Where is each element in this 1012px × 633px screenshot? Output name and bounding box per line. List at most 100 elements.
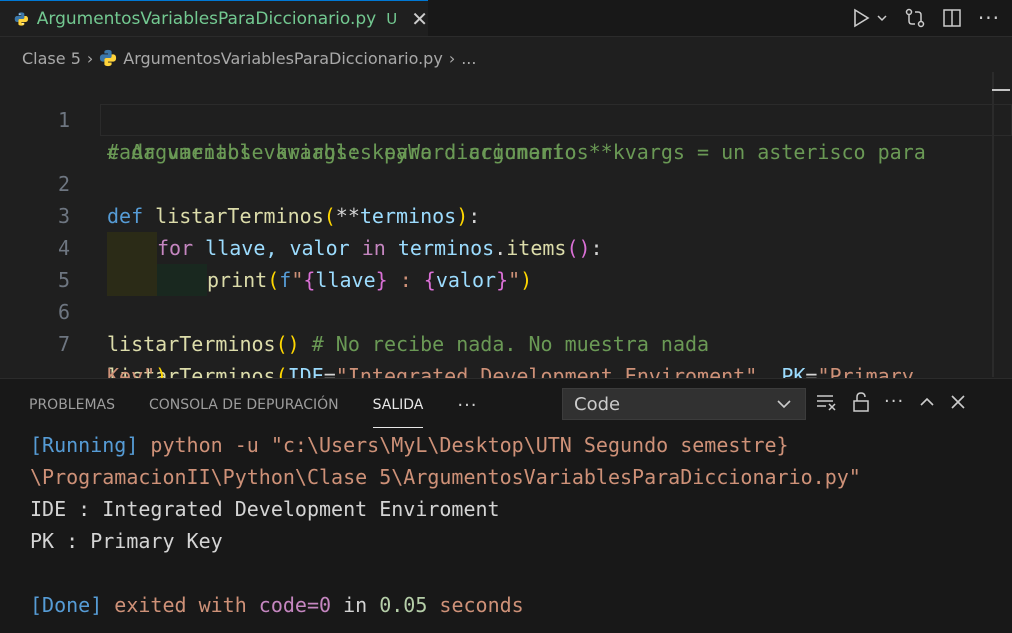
- quote: ": [508, 268, 521, 292]
- breadcrumb-file[interactable]: ArgumentosVariablesParaDiccionario.py: [123, 49, 443, 68]
- paren-close: ): [456, 204, 469, 228]
- run-command-continued: \ProgramacionII\Python\Clase 5\Argumento…: [30, 465, 861, 489]
- code-line-5: 5: [0, 232, 70, 292]
- code-line-1-wrap: cada variable kwargs: keyWord argumentos: [0, 104, 589, 164]
- parameter: terminos: [359, 204, 457, 228]
- function-definition: def listarTerminos(**terminos):: [107, 200, 480, 232]
- close-icon: [951, 394, 965, 409]
- done-text: exited with: [102, 593, 259, 617]
- clear-output-button[interactable]: [816, 392, 838, 412]
- parens: (): [275, 332, 300, 356]
- colon: :: [590, 236, 603, 260]
- run-options-dropdown[interactable]: [876, 12, 888, 24]
- dot: .: [494, 236, 507, 260]
- python-file-icon: [100, 49, 117, 67]
- tab-debug-console[interactable]: CONSOLA DE DEPURACIÓN: [149, 397, 339, 413]
- split-editor-icon: [943, 9, 961, 27]
- git-compare-icon: [905, 8, 925, 28]
- editor-tab[interactable]: ArgumentosVariablesParaDiccionario.py U …: [0, 0, 428, 36]
- breadcrumb: Clase 5 › ArgumentosVariablesParaDiccion…: [22, 46, 476, 70]
- function-call: listarTerminos() # No recibe nada. No mu…: [107, 328, 709, 360]
- lock-scroll-button[interactable]: [852, 391, 870, 412]
- method-items: items: [506, 236, 567, 260]
- fstring-var: llave: [315, 268, 376, 292]
- paren-open: (: [323, 204, 336, 228]
- untracked-status-badge: U: [386, 9, 398, 28]
- tab-output[interactable]: SALIDA: [372, 397, 423, 428]
- code-line-1: 1 # Argumentos variables para diccionari…: [0, 72, 926, 164]
- tab-bar: ArgumentosVariablesParaDiccionario.py U …: [0, 0, 1012, 37]
- comment-continued: cada variable kwargs: keyWord argumentos: [107, 140, 589, 164]
- done-text: in: [331, 593, 380, 617]
- output-channel-value: Code: [574, 393, 621, 415]
- exit-code: code=0: [258, 593, 332, 617]
- quote: ": [291, 268, 304, 292]
- panel-actions: ···: [816, 391, 966, 412]
- breadcrumb-folder[interactable]: Clase 5: [22, 49, 81, 68]
- panel-more-actions-button[interactable]: ···: [884, 391, 904, 412]
- code-line-7: 7 listarTerminos(IDE="Integrated Develop…: [0, 296, 914, 388]
- for-statement: for llave, valor in terminos.items():: [107, 232, 603, 264]
- output-line-result-2: PK : Primary Key: [30, 529, 223, 553]
- play-icon: [854, 8, 870, 28]
- function-name: listarTerminos: [107, 332, 276, 356]
- keyword-for: for: [157, 236, 194, 260]
- code-line-2: 2 def listarTerminos(**terminos):: [0, 136, 480, 228]
- running-tag: [Running]: [30, 433, 139, 457]
- code-line-6: 6 listarTerminos() # No recibe nada. No …: [0, 264, 709, 356]
- code-line-7-wrap: Key"): [0, 328, 167, 388]
- brace: {: [423, 268, 436, 292]
- loop-variables: llave, valor: [205, 236, 350, 260]
- tab-filename: ArgumentosVariablesParaDiccionario.py: [36, 8, 377, 29]
- maximize-panel-button[interactable]: [918, 393, 936, 411]
- paren-open: (: [267, 268, 280, 292]
- output-line-result-1: IDE : Integrated Development Enviroment: [30, 497, 500, 521]
- colon: :: [468, 204, 481, 228]
- kwargs-operator: **: [335, 204, 360, 228]
- panel-tabs: PROBLEMAS CONSOLA DE DEPURACIÓN SALIDA ·…: [29, 379, 478, 431]
- overview-ruler-marker: [992, 89, 1010, 91]
- keyword-def: def: [107, 204, 144, 228]
- bottom-panel: PROBLEMAS CONSOLA DE DEPURACIÓN SALIDA ·…: [0, 378, 1012, 633]
- code-line-3: 3 for llave, valor in terminos.items():: [0, 168, 603, 264]
- python-file-icon: [14, 11, 29, 26]
- print-statement: print(f"{llave} : {valor}"): [107, 264, 532, 296]
- paren-close: ): [520, 268, 533, 292]
- chevron-down-icon: [777, 400, 791, 409]
- close-tab-icon[interactable]: ✕: [411, 7, 428, 31]
- done-tag: [Done]: [30, 593, 103, 617]
- indent-guide: [107, 264, 157, 296]
- run-file-button[interactable]: [852, 8, 870, 28]
- output-line-done: [Done] exited with code=0 in 0.05 second…: [30, 589, 524, 621]
- clear-all-icon: [817, 394, 836, 411]
- panel-more-tabs-button[interactable]: ···: [457, 395, 477, 416]
- parens: (): [566, 236, 591, 260]
- brace: }: [375, 268, 388, 292]
- output-channel-select[interactable]: Code: [562, 388, 806, 420]
- breadcrumb-more[interactable]: ...: [461, 49, 476, 68]
- run-command: python -u "c:\Users\MyL\Desktop\UTN Segu…: [138, 433, 789, 457]
- indent-guide: [107, 232, 157, 264]
- fstring-prefix: f: [279, 268, 292, 292]
- tab-problems[interactable]: PROBLEMAS: [29, 397, 115, 413]
- split-editor-button[interactable]: [942, 8, 962, 28]
- more-actions-button[interactable]: ···: [978, 6, 1000, 30]
- compare-changes-button[interactable]: [904, 7, 926, 29]
- chevron-up-icon: [920, 397, 934, 406]
- output-line-command-wrap: \ProgramacionII\Python\Clase 5\Argumento…: [30, 461, 861, 493]
- chevron-down-icon: [877, 15, 887, 22]
- function-name: listarTerminos: [155, 204, 324, 228]
- done-text: seconds: [427, 593, 524, 617]
- brace: {: [303, 268, 316, 292]
- brace: }: [496, 268, 509, 292]
- code-editor[interactable]: 1 # Argumentos variables para diccionari…: [0, 72, 1012, 388]
- output-line-running: [Running] python -u "c:\Users\MyL\Deskto…: [30, 429, 789, 461]
- close-panel-button[interactable]: [950, 394, 966, 410]
- chevron-right-icon: ›: [86, 48, 94, 68]
- fstring-var: valor: [435, 268, 497, 292]
- editor-scrollbar[interactable]: [992, 72, 994, 377]
- comment: # No recibe nada. No muestra nada: [311, 332, 710, 356]
- indent-guide: [157, 264, 207, 296]
- code-line-4: 4 print(f"{llave} : {valor}"): [0, 200, 532, 296]
- editor-actions: ···: [852, 0, 1000, 36]
